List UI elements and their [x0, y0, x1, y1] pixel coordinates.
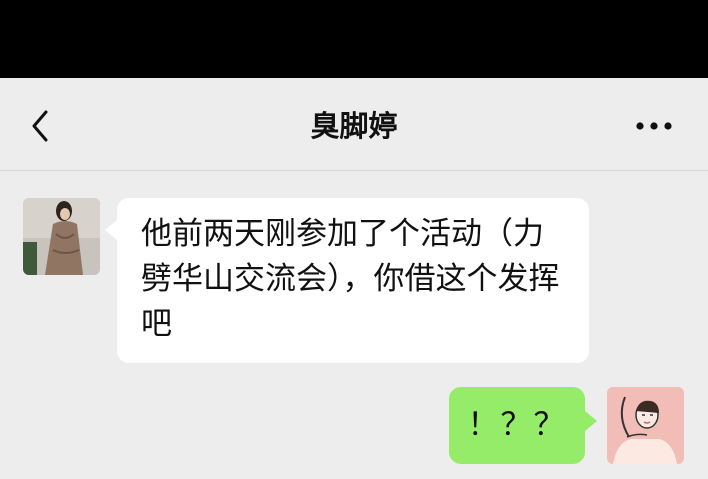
message-list[interactable]: 他前两天刚参加了个活动（力劈华山交流会），你借这个发挥吧 ！？？ — [0, 171, 708, 479]
status-bar — [0, 0, 708, 78]
my-avatar[interactable] — [607, 387, 684, 464]
ellipsis-icon — [636, 122, 672, 130]
outgoing-message-bubble[interactable]: ！？？ — [449, 387, 597, 464]
chat-header: 臭脚婷 — [0, 78, 708, 171]
contact-avatar[interactable] — [23, 198, 100, 275]
message-text: ！？？ — [467, 407, 567, 443]
more-options-button[interactable] — [634, 114, 674, 138]
chat-title: 臭脚婷 — [310, 109, 398, 143]
message-text: 他前两天刚参加了个活动（力劈华山交流会），你借这个发挥吧 — [141, 216, 560, 342]
incoming-message-bubble[interactable]: 他前两天刚参加了个活动（力劈华山交流会），你借这个发挥吧 — [105, 198, 589, 363]
